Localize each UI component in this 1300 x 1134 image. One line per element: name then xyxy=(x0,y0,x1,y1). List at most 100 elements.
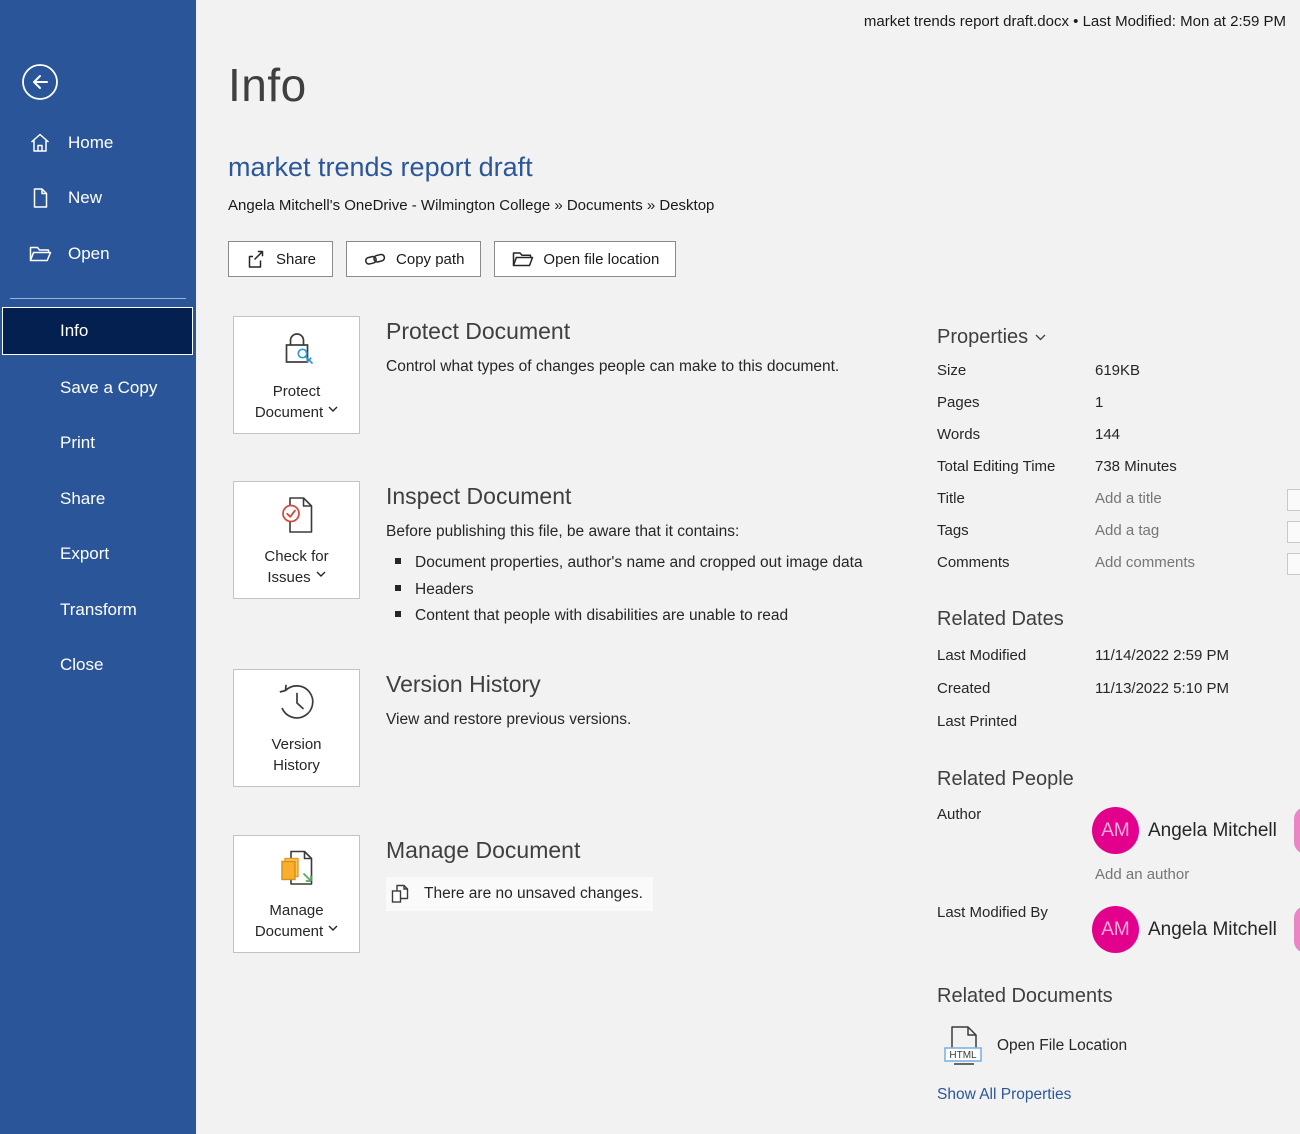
sidebar-item-info-selected[interactable]: Info xyxy=(2,307,193,355)
sidebar-item-print[interactable]: Print xyxy=(0,426,196,460)
sidebar-item-label: Share xyxy=(60,489,105,509)
version-history-section: Version History Version History View and… xyxy=(233,669,631,787)
sidebar-item-new[interactable]: New xyxy=(0,181,196,215)
list-item: Content that people with disabilities ar… xyxy=(386,603,863,630)
info-backstage-main: market trends report draft.docx • Last M… xyxy=(196,0,1300,1134)
property-label: Title xyxy=(937,490,965,507)
open-file-location-link[interactable]: HTML Open File Location xyxy=(941,1024,1127,1068)
tile-label-line: Version xyxy=(271,734,321,755)
svg-text:HTML: HTML xyxy=(949,1050,977,1061)
check-for-issues-dropdown-button[interactable]: Check for Issues xyxy=(233,481,360,599)
sidebar-item-label: Home xyxy=(68,133,113,153)
manage-document-dropdown-button[interactable]: Manage Document xyxy=(233,835,360,953)
sidebar-divider xyxy=(10,298,186,299)
unsaved-changes-icon xyxy=(388,882,412,906)
inspect-document-section: Check for Issues Inspect Document Before… xyxy=(233,481,863,630)
edit-title-button-cutoff[interactable] xyxy=(1287,489,1300,511)
chevron-down-icon xyxy=(316,571,326,585)
sidebar-item-share[interactable]: Share xyxy=(0,482,196,516)
sidebar-item-label: Transform xyxy=(60,600,137,620)
tile-label-line: Issues xyxy=(267,567,310,588)
inspect-findings-list: Document properties, author's name and c… xyxy=(386,550,863,630)
avatar-initials: AM xyxy=(1101,919,1130,941)
bullet-square-icon xyxy=(395,611,401,617)
properties-heading: Properties xyxy=(937,326,1028,349)
property-label: Tags xyxy=(937,522,969,539)
version-history-heading: Version History xyxy=(386,671,631,698)
add-tag-field[interactable]: Add a tag xyxy=(1095,522,1159,539)
tile-label-line: Manage xyxy=(269,900,323,921)
sidebar-item-close[interactable]: Close xyxy=(0,648,196,682)
sidebar-item-label: Save a Copy xyxy=(60,378,157,398)
history-clock-icon xyxy=(274,680,320,734)
avatar[interactable]: AM xyxy=(1092,807,1139,854)
list-item: Headers xyxy=(386,577,863,604)
chevron-down-icon xyxy=(328,406,338,420)
author-name[interactable]: Angela Mitchell xyxy=(1148,820,1277,842)
share-icon xyxy=(245,248,267,270)
sidebar-item-save-a-copy[interactable]: Save a Copy xyxy=(0,371,196,405)
version-history-button[interactable]: Version History xyxy=(233,669,360,787)
edit-tags-button-cutoff[interactable] xyxy=(1287,521,1300,543)
property-label: Comments xyxy=(937,554,1010,571)
tile-label-line: Protect xyxy=(273,381,321,402)
properties-dropdown[interactable]: Properties xyxy=(937,326,1046,349)
last-modified-value: 11/14/2022 2:59 PM xyxy=(1095,647,1229,664)
list-item-text: Document properties, author's name and c… xyxy=(415,550,863,577)
list-item-text: Content that people with disabilities ar… xyxy=(415,603,788,630)
lock-key-icon xyxy=(274,327,320,381)
document-title: market trends report draft xyxy=(228,152,533,183)
chevron-down-icon xyxy=(1035,334,1046,341)
sidebar-item-export[interactable]: Export xyxy=(0,537,196,571)
action-button-row: Share Copy path Open file location xyxy=(228,241,676,277)
property-label: Pages xyxy=(937,394,980,411)
copy-path-button[interactable]: Copy path xyxy=(346,241,481,277)
property-value-pages: 1 xyxy=(1095,394,1103,411)
manage-document-heading: Manage Document xyxy=(386,837,653,864)
link-icon xyxy=(363,248,387,270)
add-title-field[interactable]: Add a title xyxy=(1095,490,1162,507)
inspect-document-heading: Inspect Document xyxy=(386,483,863,510)
related-documents-heading: Related Documents xyxy=(937,985,1113,1008)
copy-path-button-label: Copy path xyxy=(396,251,464,268)
home-icon xyxy=(28,131,52,155)
related-dates-heading: Related Dates xyxy=(937,608,1064,631)
protect-document-heading: Protect Document xyxy=(386,318,839,345)
protect-document-dropdown-button[interactable]: Protect Document xyxy=(233,316,360,434)
add-author-field[interactable]: Add an author xyxy=(1095,866,1189,883)
sidebar-item-label: Export xyxy=(60,544,109,564)
date-label: Last Modified xyxy=(937,647,1026,664)
sidebar-item-home[interactable]: Home xyxy=(0,126,196,160)
tile-label-line: Check for xyxy=(264,546,328,567)
date-label: Last Printed xyxy=(937,713,1017,730)
sidebar-item-transform[interactable]: Transform xyxy=(0,593,196,627)
list-item-text: Headers xyxy=(415,577,474,604)
open-folder-icon xyxy=(28,242,52,266)
avatar-initials: AM xyxy=(1101,820,1130,842)
backstage-sidebar: Home New Open Info Save a Copy Print Sha… xyxy=(0,0,196,1134)
edit-comments-button-cutoff[interactable] xyxy=(1287,553,1300,575)
add-comments-field[interactable]: Add comments xyxy=(1095,554,1195,571)
folder-icon xyxy=(511,248,534,270)
author-label: Author xyxy=(937,806,981,823)
document-header-status: market trends report draft.docx • Last M… xyxy=(864,13,1286,30)
last-modified-by-name[interactable]: Angela Mitchell xyxy=(1148,919,1277,941)
unsaved-changes-status: There are no unsaved changes. xyxy=(386,877,653,911)
unsaved-changes-text: There are no unsaved changes. xyxy=(424,885,643,903)
share-button[interactable]: Share xyxy=(228,241,333,277)
open-file-location-label: Open File Location xyxy=(997,1037,1127,1055)
property-label: Total Editing Time xyxy=(937,458,1055,475)
page-title: Info xyxy=(228,58,307,112)
back-arrow-icon xyxy=(20,62,60,102)
avatar[interactable]: AM xyxy=(1092,906,1139,953)
last-modified-by-label: Last Modified By xyxy=(937,904,1048,921)
bullet-square-icon xyxy=(395,585,401,591)
breadcrumb: Angela Mitchell's OneDrive - Wilmington … xyxy=(228,197,714,214)
sidebar-item-open[interactable]: Open xyxy=(0,237,196,271)
tile-label-line: History xyxy=(273,755,320,776)
back-button[interactable] xyxy=(20,62,60,102)
share-button-label: Share xyxy=(276,251,316,268)
sidebar-item-label: Open xyxy=(68,244,110,264)
open-file-location-button[interactable]: Open file location xyxy=(494,241,676,277)
show-all-properties-link[interactable]: Show All Properties xyxy=(937,1086,1071,1104)
